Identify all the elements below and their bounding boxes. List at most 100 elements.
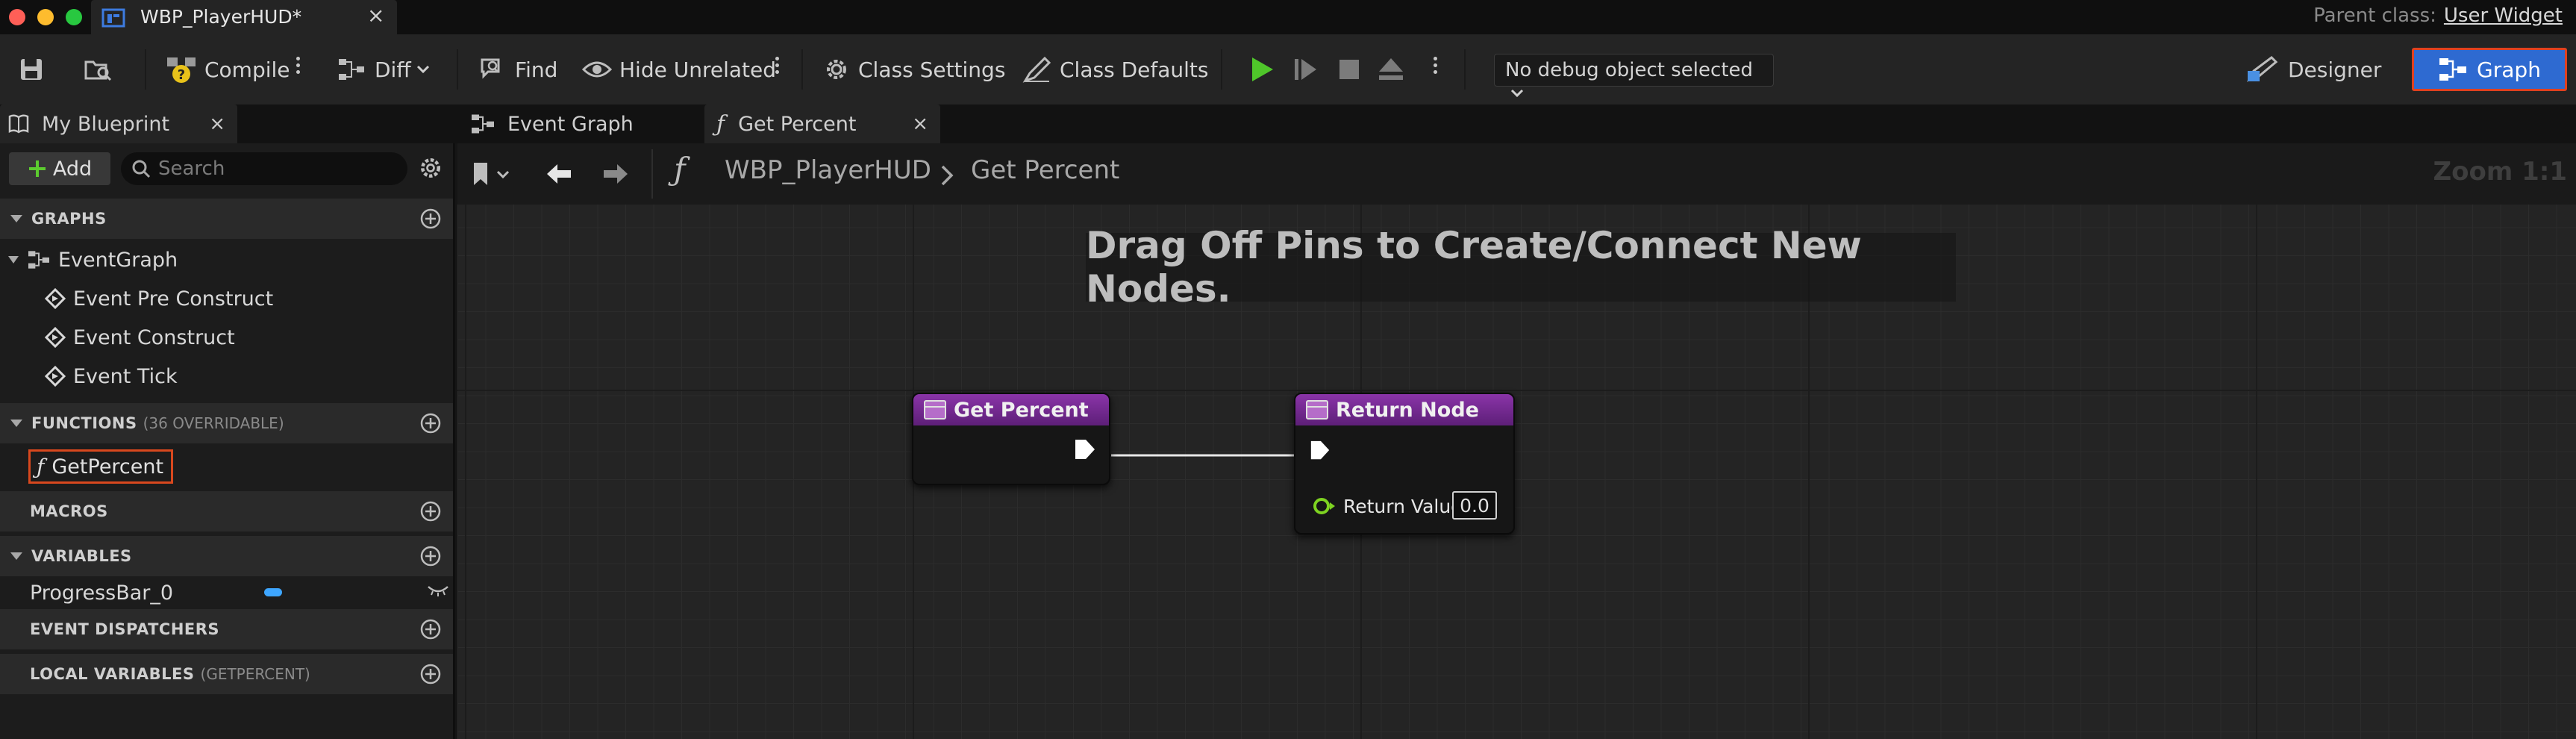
function-entry-node-title: Get Percent — [954, 398, 1089, 422]
toolbar-divider — [457, 49, 458, 90]
compile-icon: ? — [167, 57, 196, 83]
exec-output-pin-icon[interactable] — [1073, 437, 1097, 461]
designer-mode-button[interactable]: Designer — [2246, 51, 2381, 88]
close-tab-icon[interactable]: × — [209, 113, 237, 135]
find-button[interactable]: Find — [478, 51, 557, 88]
function-entry-node-header: Get Percent — [913, 394, 1109, 425]
document-tab[interactable]: WBP_PlayerHUD* × — [91, 0, 397, 34]
tab-my-blueprint[interactable]: My Blueprint × — [0, 105, 237, 143]
designer-label: Designer — [2288, 57, 2382, 82]
add-graph-icon[interactable] — [419, 208, 442, 230]
tab-get-percent[interactable]: ƒ Get Percent × — [704, 105, 940, 143]
play-button[interactable] — [1249, 51, 1282, 88]
parent-class-link[interactable]: User Widget — [2444, 4, 2563, 27]
collapse-arrow-icon — [10, 552, 22, 560]
exec-input-pin-icon[interactable] — [1309, 439, 1331, 461]
section-variables[interactable]: VARIABLES — [0, 536, 453, 576]
search-box[interactable] — [121, 152, 407, 185]
variable-item-progressbar[interactable]: ProgressBar_0 — [30, 578, 173, 608]
visibility-eye-closed-icon[interactable] — [427, 584, 449, 597]
add-search-bar: Add — [0, 143, 455, 194]
compile-label: Compile — [204, 57, 290, 82]
eject-icon — [1379, 58, 1403, 80]
section-local-variables[interactable]: LOCAL VARIABLES (GETPERCENT) — [0, 654, 453, 694]
section-functions-label: FUNCTIONS — [31, 414, 137, 432]
add-label: Add — [52, 157, 93, 181]
toolbar-divider — [801, 49, 803, 90]
minimize-window-button[interactable] — [37, 9, 54, 25]
compile-button[interactable]: ? Compile — [166, 51, 290, 88]
class-defaults-label: Class Defaults — [1060, 57, 1209, 82]
debug-object-select[interactable]: No debug object selected — [1494, 54, 1774, 98]
function-item-label: GetPercent — [51, 455, 164, 478]
settings-gear-icon[interactable] — [418, 155, 443, 181]
title-bar: WBP_PlayerHUD* × Parent class: User Widge… — [0, 0, 2576, 34]
section-event-dispatchers[interactable]: EVENT DISPATCHERS — [0, 609, 453, 649]
function-item-getpercent[interactable]: ƒ GetPercent — [28, 449, 173, 484]
search-input[interactable] — [158, 155, 397, 182]
section-macros[interactable]: MACROS — [0, 491, 453, 531]
eject-button[interactable] — [1378, 51, 1412, 88]
add-macro-icon[interactable] — [419, 500, 442, 523]
save-button[interactable] — [18, 51, 52, 88]
event-icon — [45, 288, 66, 309]
function-icon: ƒ — [37, 454, 45, 479]
tree-item-event-graph[interactable]: EventGraph — [7, 245, 178, 275]
function-icon: ƒ — [716, 110, 725, 137]
compile-options-button[interactable] — [294, 54, 301, 84]
close-window-button[interactable] — [9, 9, 25, 25]
return-node[interactable]: Return Node Return Value 0.0 — [1294, 393, 1515, 534]
return-value-input[interactable]: 0.0 — [1452, 491, 1497, 520]
hide-unrelated-options-button[interactable] — [773, 54, 781, 84]
maximize-window-button[interactable] — [66, 9, 82, 25]
function-entry-node[interactable]: Get Percent — [912, 393, 1110, 485]
stop-button[interactable] — [1337, 51, 1369, 88]
section-functions[interactable]: FUNCTIONS (36 OVERRIDABLE) — [0, 403, 453, 443]
collapse-arrow-icon — [8, 256, 19, 264]
add-button[interactable]: Add — [9, 152, 110, 185]
event-tick-label: Event Tick — [73, 364, 178, 388]
play-options-button[interactable] — [1431, 54, 1439, 84]
graph-editor-canvas[interactable]: ƒ WBP_PlayerHUD Get Percent Zoom 1:1 Dra… — [457, 143, 2576, 739]
class-settings-button[interactable]: Class Settings — [822, 51, 1005, 88]
event-icon — [45, 327, 66, 348]
tree-item-event-construct[interactable]: Event Construct — [45, 322, 235, 352]
step-button[interactable] — [1292, 51, 1327, 88]
parent-class-label: Parent class: — [2313, 4, 2436, 27]
event-construct-label: Event Construct — [73, 325, 235, 349]
toolbar-divider — [1464, 49, 1466, 90]
hide-unrelated-button[interactable]: Hide Unrelated — [582, 51, 776, 88]
class-defaults-icon — [1022, 56, 1051, 83]
add-dispatcher-icon[interactable] — [419, 618, 442, 640]
tab-get-percent-label: Get Percent — [738, 112, 857, 136]
tree-item-event-tick[interactable]: Event Tick — [45, 361, 178, 391]
return-value-label: Return Value — [1343, 496, 1463, 517]
float-pin-icon[interactable] — [1312, 496, 1336, 517]
section-graphs[interactable]: GRAPHS — [0, 199, 453, 239]
exec-wire — [1111, 454, 1316, 457]
diff-icon — [339, 59, 364, 80]
graph-label: Graph — [2477, 57, 2541, 82]
return-node-title: Return Node — [1336, 398, 1479, 422]
add-function-icon[interactable] — [419, 412, 442, 434]
add-variable-icon[interactable] — [419, 545, 442, 567]
add-local-variable-icon[interactable] — [419, 663, 442, 685]
diff-button[interactable]: Diff — [337, 51, 438, 88]
widget-blueprint-icon — [101, 8, 125, 28]
search-icon — [132, 160, 151, 178]
variable-type-pill — [264, 588, 282, 596]
stop-icon — [1339, 60, 1359, 79]
tree-item-event-pre-construct[interactable]: Event Pre Construct — [45, 284, 273, 314]
graph-mode-button[interactable]: Graph — [2412, 48, 2567, 91]
class-defaults-button[interactable]: Class Defaults — [1022, 51, 1208, 88]
close-tab-icon[interactable]: × — [367, 3, 384, 28]
function-node-icon — [924, 400, 946, 420]
tab-event-graph[interactable]: Event Graph — [463, 105, 701, 143]
toolbar-divider — [145, 49, 146, 90]
section-event-dispatchers-label: EVENT DISPATCHERS — [30, 620, 220, 638]
close-tab-icon[interactable]: × — [912, 113, 940, 135]
event-icon — [45, 366, 66, 387]
play-icon — [1252, 57, 1273, 81]
local-variables-scope: (GETPERCENT) — [200, 665, 310, 683]
browse-button[interactable] — [84, 51, 121, 88]
